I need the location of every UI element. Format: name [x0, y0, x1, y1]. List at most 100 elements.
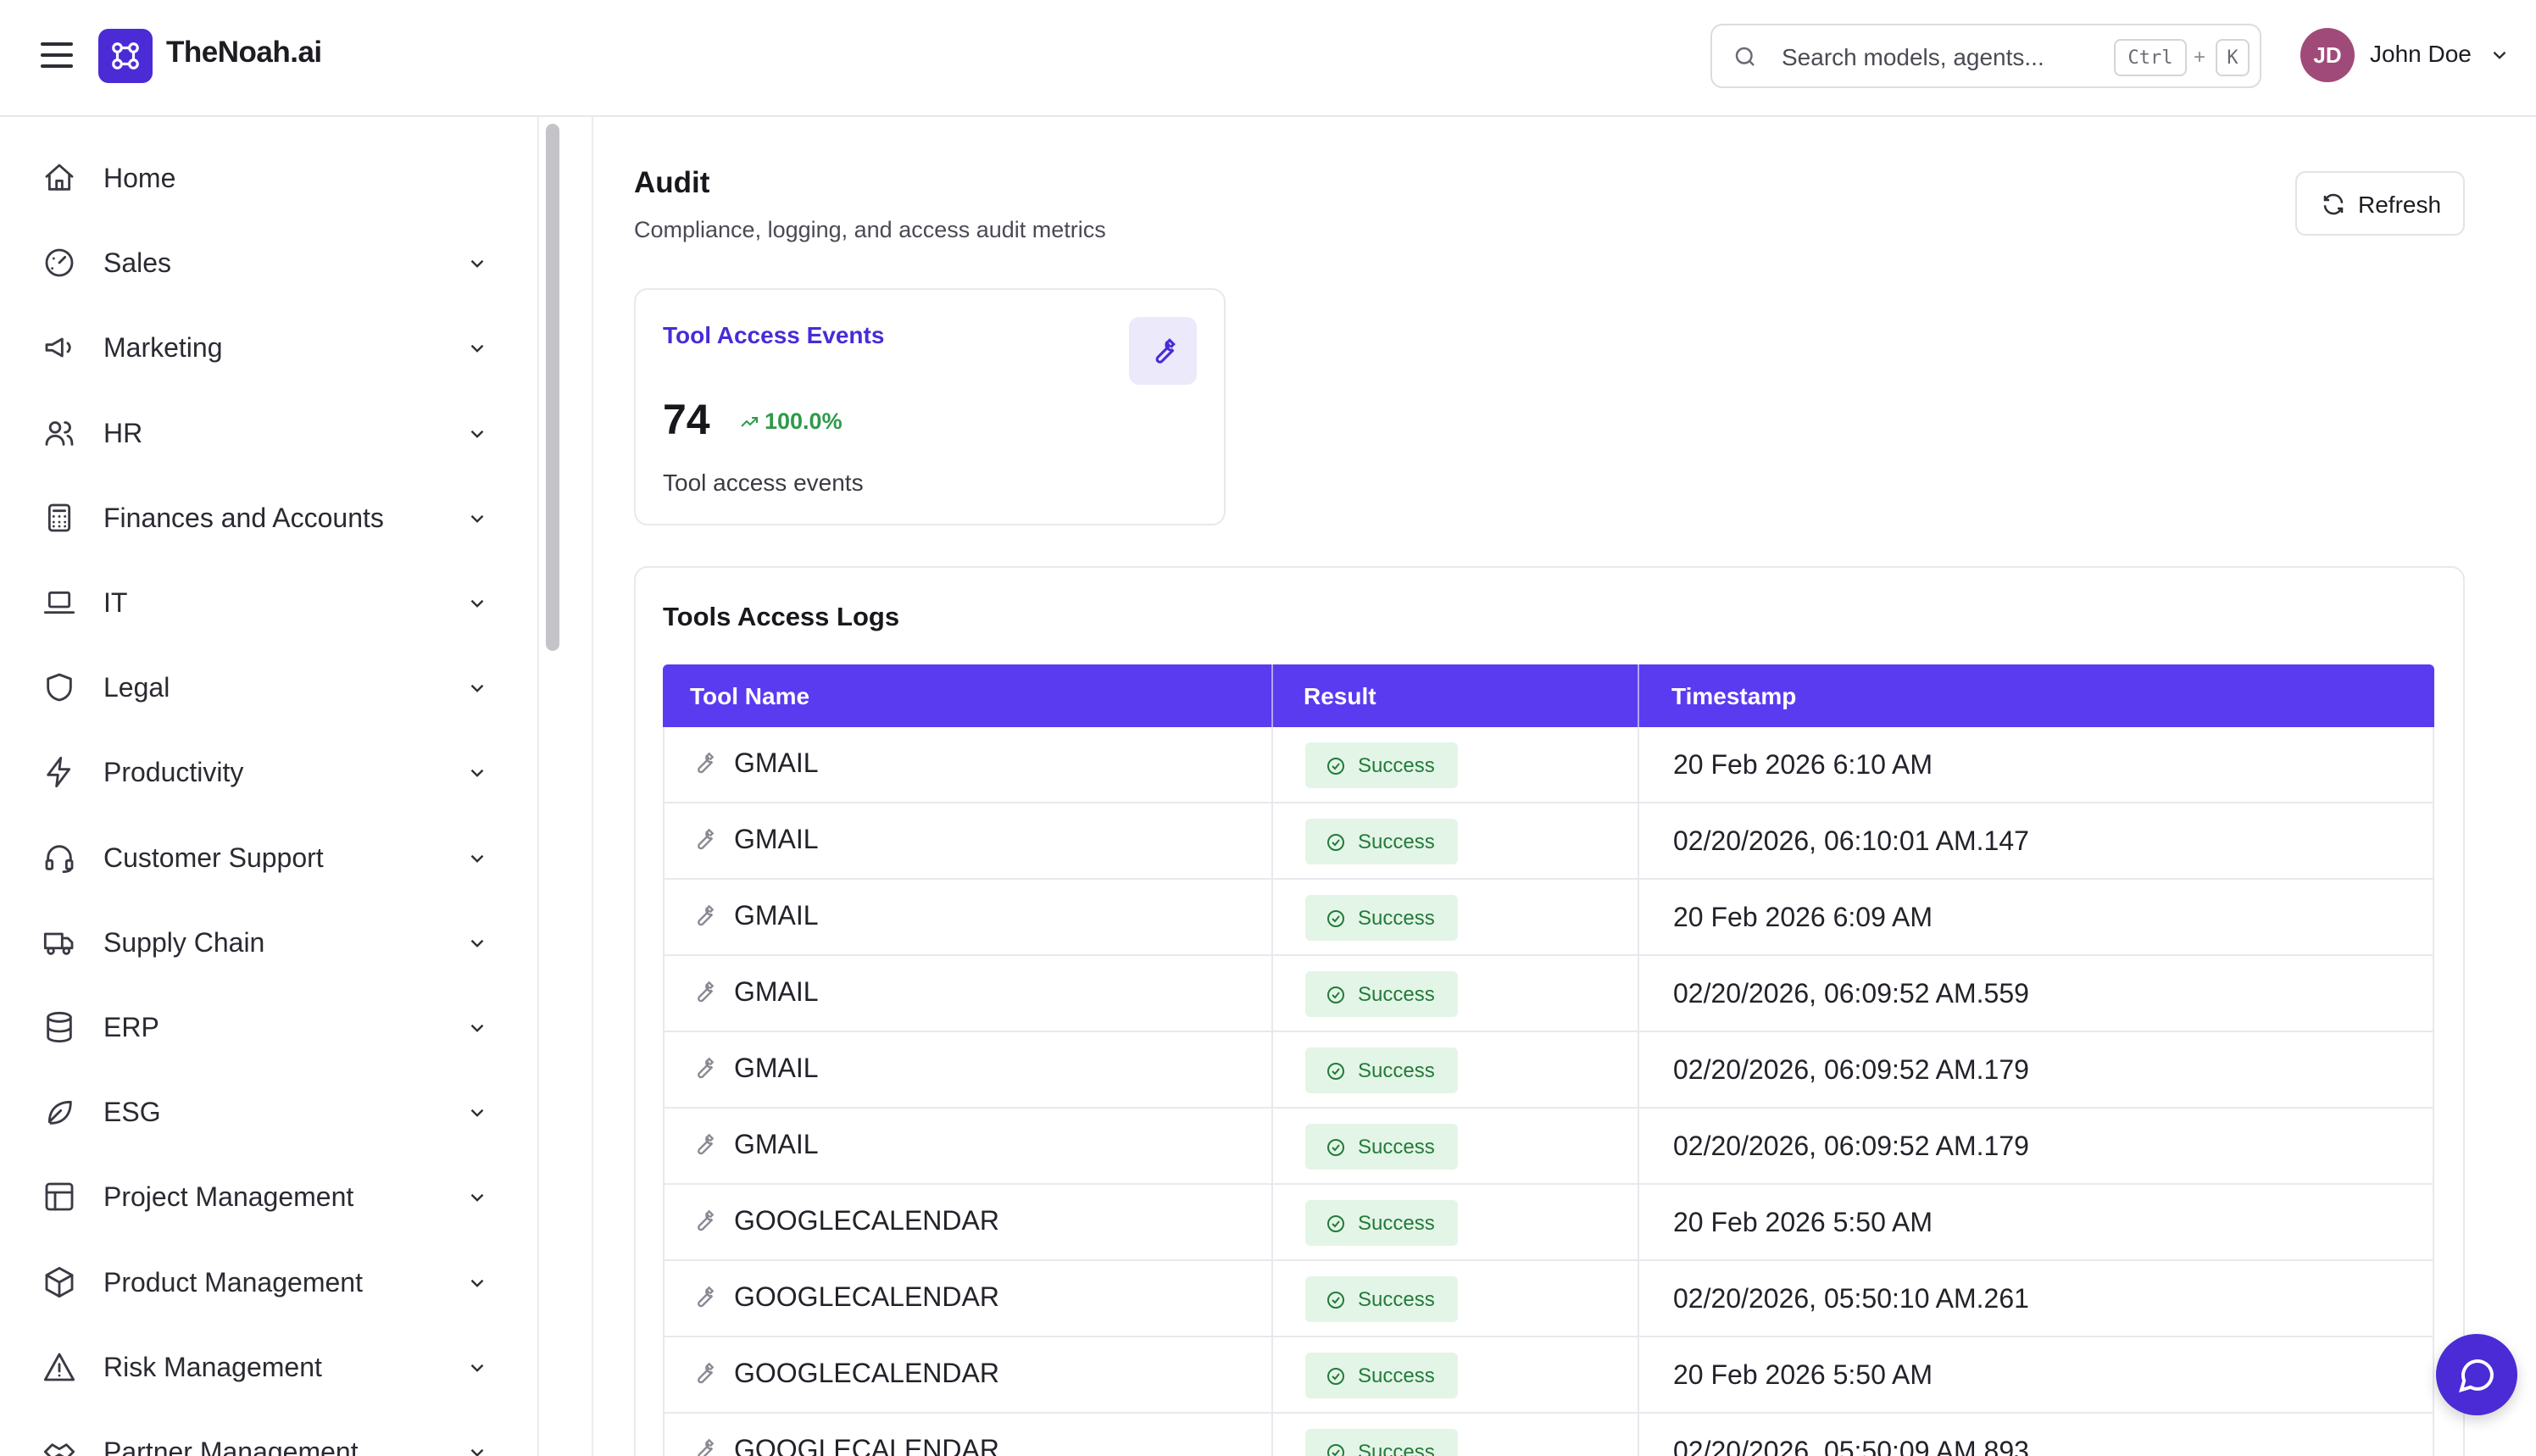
stat-value: 74	[663, 396, 710, 443]
chevron-down-icon[interactable]	[466, 677, 488, 699]
gauge-icon	[45, 248, 74, 277]
trending-up-icon	[741, 416, 758, 427]
chevron-down-icon[interactable]	[466, 1272, 488, 1294]
status-badge: Success	[1305, 1429, 1458, 1456]
search-placeholder: Search models, agents...	[1782, 44, 2044, 70]
table-row[interactable]: GOOGLECALENDAR Success 02/20/2026, 05:50:0…	[663, 1414, 2434, 1456]
brand-name[interactable]: TheNoah.ai	[166, 36, 322, 69]
sidebar-item-label: Customer Support	[103, 842, 324, 873]
sidebar-item-partner-management[interactable]: Partner Management	[0, 1416, 526, 1456]
headset-icon	[45, 844, 74, 873]
refresh-button[interactable]: Refresh	[2295, 171, 2465, 236]
table-row[interactable]: GMAIL Success 02/20/2026, 06:09:52 AM.559	[663, 956, 2434, 1032]
column-divider	[1271, 880, 1273, 956]
column-header-result[interactable]: Result	[1304, 664, 1376, 727]
chevron-down-icon[interactable]	[466, 762, 488, 784]
column-divider	[1638, 1414, 1639, 1456]
status-badge: Success	[1305, 1200, 1458, 1246]
stat-card: Tool Access Events 74 100.0% Tool access…	[634, 288, 1226, 525]
table-row[interactable]: GMAIL Success 02/20/2026, 06:09:52 AM.179	[663, 1109, 2434, 1185]
sidebar-item-hr[interactable]: HR	[0, 397, 526, 465]
sidebar-item-label: Marketing	[103, 332, 223, 364]
column-divider	[1271, 1032, 1273, 1109]
sidebar-item-sales[interactable]: Sales	[0, 227, 526, 295]
chevron-down-icon[interactable]	[466, 508, 488, 530]
check-circle-icon	[1327, 1063, 1344, 1080]
timestamp: 20 Feb 2026 6:09 AM	[1673, 902, 1933, 932]
chevron-down-icon[interactable]	[466, 1357, 488, 1379]
sidebar-item-label: Partner Management	[103, 1437, 359, 1456]
chevron-down-icon[interactable]	[466, 592, 488, 614]
chevron-down-icon[interactable]	[466, 337, 488, 359]
chevron-down-icon[interactable]	[466, 1102, 488, 1124]
sidebar-item-productivity[interactable]: Productivity	[0, 736, 526, 804]
check-circle-icon	[1327, 1292, 1344, 1309]
table-row[interactable]: GMAIL Success 02/20/2026, 06:09:52 AM.179	[663, 1032, 2434, 1109]
sidebar-item-erp[interactable]: ERP	[0, 992, 526, 1059]
chat-button[interactable]	[2436, 1334, 2517, 1415]
menu-icon[interactable]	[41, 42, 73, 68]
refresh-icon	[2323, 193, 2344, 215]
chevron-down-icon[interactable]	[466, 847, 488, 870]
shield-icon	[47, 673, 72, 702]
sidebar-item-supply-chain[interactable]: Supply Chain	[0, 907, 526, 975]
leaf-icon	[47, 1101, 72, 1125]
database-icon	[47, 1011, 72, 1043]
sidebar-item-customer-support[interactable]: Customer Support	[0, 822, 526, 890]
column-header-timestamp[interactable]: Timestamp	[1671, 664, 1796, 727]
sidebar-item-esg[interactable]: ESG	[0, 1076, 526, 1144]
tool-name: GMAIL	[734, 900, 819, 931]
chevron-down-icon[interactable]	[466, 253, 488, 275]
top-bar: TheNoah.ai Search models, agents... Ctrl…	[0, 0, 2536, 117]
table-row[interactable]: GOOGLECALENDAR Success 02/20/2026, 05:50:1…	[663, 1261, 2434, 1337]
sidebar-item-product-management[interactable]: Product Management	[0, 1247, 526, 1314]
chevron-down-icon[interactable]	[466, 1442, 488, 1456]
chevron-down-icon[interactable]	[466, 932, 488, 954]
sidebar-item-finances-and-accounts[interactable]: Finances and Accounts	[0, 482, 526, 550]
check-circle-icon	[1327, 1444, 1344, 1456]
status-badge: Success	[1305, 1048, 1458, 1093]
page-subtitle: Compliance, logging, and access audit me…	[634, 217, 1106, 242]
column-divider	[1271, 803, 1273, 880]
user-name[interactable]: John Doe	[2370, 41, 2472, 68]
table-row[interactable]: GMAIL Success 20 Feb 2026 6:09 AM	[663, 880, 2434, 956]
timestamp: 02/20/2026, 06:10:01 AM.147	[1673, 825, 2029, 856]
logo-icon[interactable]	[98, 29, 153, 83]
sidebar-scrollbar-thumb[interactable]	[546, 124, 559, 651]
sidebar-item-legal[interactable]: Legal	[0, 652, 526, 720]
column-divider	[1638, 956, 1639, 1032]
handshake-icon	[43, 1443, 75, 1456]
table-row[interactable]: GMAIL Success 02/20/2026, 06:10:01 AM.147	[663, 803, 2434, 880]
wrench-icon	[698, 1209, 715, 1231]
table-row[interactable]: GOOGLECALENDAR Success 20 Feb 2026 5:50 AM	[663, 1337, 2434, 1414]
column-divider	[1271, 1109, 1273, 1185]
sidebar: Home Sales Marketing HR Finances and Account…	[0, 117, 539, 1456]
chevron-down-icon[interactable]	[466, 423, 488, 445]
column-divider	[1271, 1261, 1273, 1337]
chevron-down-icon[interactable]	[466, 1186, 488, 1209]
column-divider	[1271, 1337, 1273, 1414]
search-input[interactable]: Search models, agents... Ctrl + K	[1710, 24, 2261, 88]
table-row[interactable]: GMAIL Success 20 Feb 2026 6:10 AM	[663, 727, 2434, 803]
status-label: Success	[1358, 1288, 1435, 1311]
wrench-icon	[698, 1133, 715, 1155]
avatar[interactable]: JD	[2300, 28, 2355, 82]
table-row[interactable]: GOOGLECALENDAR Success 20 Feb 2026 5:50 AM	[663, 1185, 2434, 1261]
timestamp: 02/20/2026, 06:09:52 AM.179	[1673, 1131, 2029, 1161]
sidebar-item-it[interactable]: IT	[0, 567, 526, 635]
chevron-down-icon[interactable]	[2489, 44, 2511, 66]
column-divider	[1638, 803, 1639, 880]
status-badge: Success	[1305, 895, 1458, 941]
laptop-icon	[43, 591, 75, 614]
sidebar-item-risk-management[interactable]: Risk Management	[0, 1331, 526, 1399]
page-title: Audit	[634, 166, 710, 199]
sidebar-item-home[interactable]: Home	[0, 142, 526, 210]
package-icon	[45, 1266, 74, 1298]
status-badge: Success	[1305, 819, 1458, 864]
sidebar-item-label: Risk Management	[103, 1351, 322, 1382]
sidebar-item-project-management[interactable]: Project Management	[0, 1161, 526, 1229]
column-header-tool-name[interactable]: Tool Name	[690, 664, 809, 727]
sidebar-item-marketing[interactable]: Marketing	[0, 312, 526, 380]
layout-icon	[45, 1182, 74, 1211]
chevron-down-icon[interactable]	[466, 1017, 488, 1039]
